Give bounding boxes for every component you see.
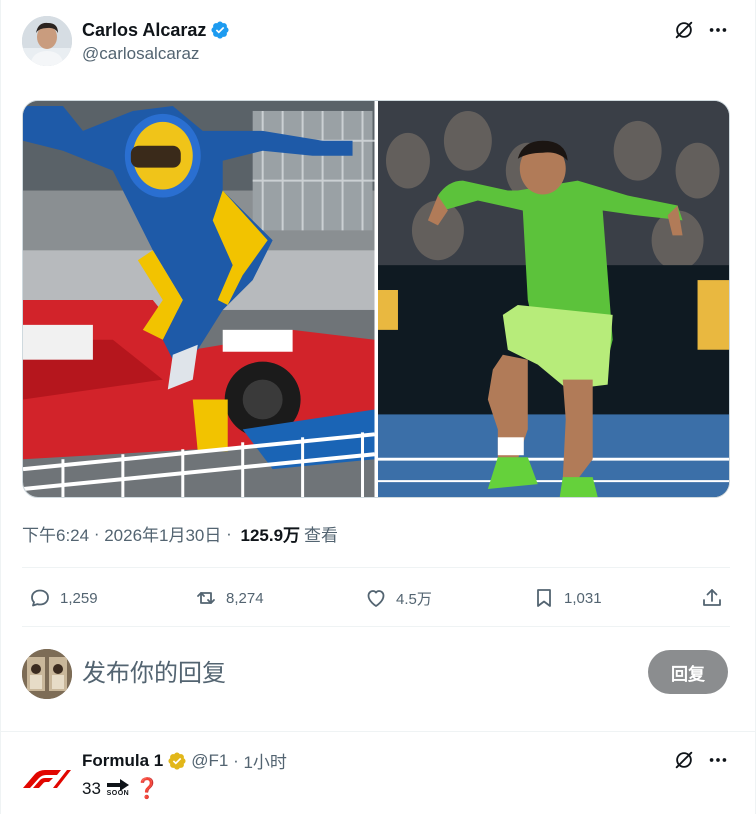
soon-label: SOON — [106, 790, 130, 797]
f1-avatar[interactable] — [22, 753, 72, 803]
retweet-icon — [197, 592, 215, 604]
question-mark: ❓ — [134, 778, 160, 800]
reply-input[interactable] — [82, 655, 582, 691]
retweet-count: 8,274 — [226, 589, 264, 607]
bookmark-icon — [537, 589, 551, 607]
media-photo-driver[interactable] — [23, 101, 375, 497]
retweet-button[interactable]: 8,274 — [194, 586, 264, 610]
tweet-media — [22, 100, 730, 498]
f1-separator: · — [228, 750, 244, 770]
meta-separator-2: · — [221, 523, 237, 543]
tweet-action-bar: 1,259 8,274 4.5万 1,031 — [22, 578, 730, 618]
author-name-text: Carlos Alcaraz — [82, 20, 207, 40]
more-icon[interactable] — [706, 18, 730, 42]
author-handle[interactable]: @carlosalcaraz — [82, 44, 199, 64]
f1-body-number: 33 — [82, 778, 101, 798]
bookmark-button[interactable]: 1,031 — [532, 586, 602, 610]
tweet-detail-page: Carlos Alcaraz @carlosalcaraz 下午6:24 · 2… — [0, 0, 756, 814]
views-label: 查看 — [304, 526, 339, 545]
reply-icon — [31, 589, 49, 607]
share-icon — [703, 589, 721, 606]
heart-icon — [367, 590, 385, 607]
meta-separator: · — [89, 523, 105, 543]
gold-verified-icon — [168, 751, 186, 770]
author-name[interactable]: Carlos Alcaraz — [82, 19, 230, 41]
divider-bottom — [22, 626, 730, 627]
reply-button[interactable]: 1,259 — [28, 586, 98, 610]
reply-composer: 回复 — [22, 647, 730, 699]
current-user-avatar[interactable] — [22, 649, 72, 699]
f1-logo-icon — [23, 770, 71, 788]
tweet-date[interactable]: 2026年1月30日 — [104, 521, 221, 546]
reply-tweet-header: Formula 1 @F1 · 1小时 — [82, 748, 287, 773]
like-count: 4.5万 — [396, 590, 432, 608]
media-photo-tennis[interactable] — [377, 101, 729, 497]
bookmark-count: 1,031 — [564, 589, 602, 607]
divider-top — [22, 567, 730, 568]
reply-tweet-actions — [672, 748, 730, 772]
reply-tweet-formula1[interactable]: Formula 1 @F1 · 1小时 33 SOON ❓ — [22, 745, 734, 814]
more-icon[interactable] — [706, 748, 730, 772]
author-avatar[interactable] — [22, 16, 72, 66]
grok-icon[interactable] — [672, 748, 696, 772]
views-count[interactable]: 125.9万 — [241, 521, 301, 546]
like-button[interactable]: 4.5万 — [364, 586, 432, 610]
share-button[interactable] — [700, 586, 724, 610]
reply-tweet-body: 33 SOON ❓ — [82, 776, 160, 801]
section-divider — [1, 731, 756, 732]
tweet-author-header: Carlos Alcaraz @carlosalcaraz — [22, 16, 734, 68]
reply-count: 1,259 — [60, 589, 98, 607]
tweet-time[interactable]: 下午6:24 — [22, 521, 89, 546]
soon-arrow-icon: SOON — [105, 779, 131, 798]
f1-handle[interactable]: @F1 — [191, 751, 228, 771]
grok-icon[interactable] — [672, 18, 696, 42]
reply-submit-button[interactable]: 回复 — [648, 650, 728, 694]
tweet-meta: 下午6:24 · 2026年1月30日 · 125.9万 查看 — [22, 521, 338, 546]
f1-name[interactable]: Formula 1 — [82, 751, 163, 771]
f1-time[interactable]: 1小时 — [243, 748, 286, 773]
tweet-header-actions — [672, 18, 730, 42]
verified-badge-icon — [211, 21, 229, 39]
